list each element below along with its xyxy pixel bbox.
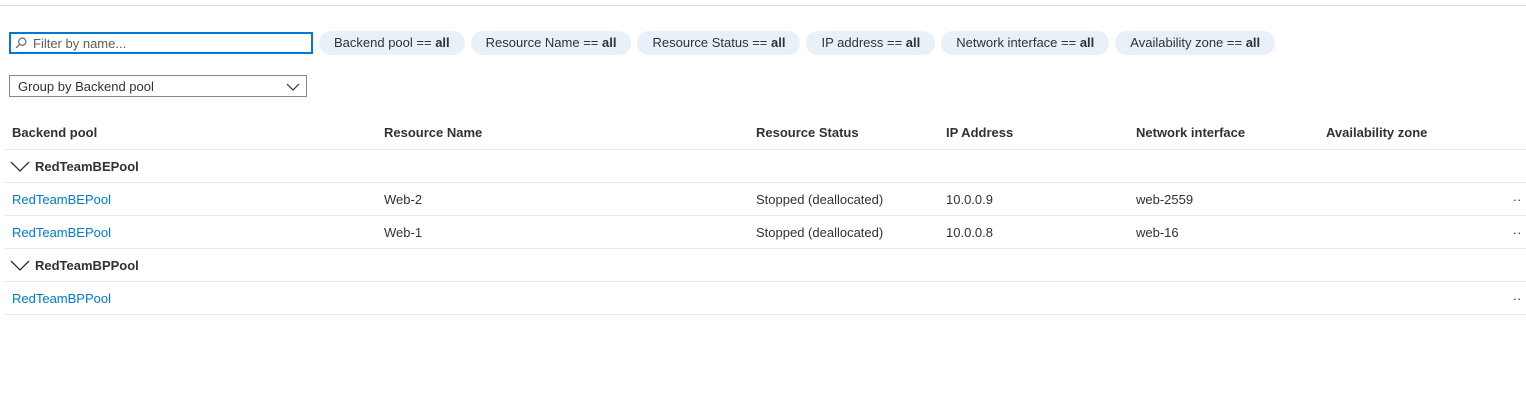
filter-pill-availability-zone[interactable]: Availability zone == all bbox=[1115, 31, 1276, 55]
filter-pill-label: Backend pool == bbox=[334, 35, 436, 50]
column-header-resource-status[interactable]: Resource Status bbox=[756, 116, 859, 149]
chevron-down-icon[interactable] bbox=[10, 159, 30, 173]
filter-pill-resource-name[interactable]: Resource Name == all bbox=[470, 31, 632, 55]
table-row[interactable]: RedTeamBEPool Web-1 Stopped (deallocated… bbox=[4, 216, 1526, 249]
group-header-row[interactable]: RedTeamBPPool bbox=[4, 249, 1526, 282]
chevron-down-icon bbox=[286, 79, 300, 94]
column-header-resource-name[interactable]: Resource Name bbox=[384, 116, 482, 149]
filter-pill-value: all bbox=[905, 35, 921, 50]
filter-pill-ip-address[interactable]: IP address == all bbox=[806, 31, 936, 55]
network-interface-cell: web-2559 bbox=[1136, 191, 1194, 207]
filter-pill-label: IP address == bbox=[821, 35, 906, 50]
group-name: RedTeamBPPool bbox=[35, 257, 139, 273]
resource-status-cell: Stopped (deallocated) bbox=[756, 224, 884, 240]
backend-pool-link[interactable]: RedTeamBEPool bbox=[12, 183, 111, 215]
resource-status-cell: Stopped (deallocated) bbox=[756, 191, 884, 207]
column-header-backend-pool[interactable]: Backend pool bbox=[12, 116, 97, 149]
filter-pill-label: Resource Name == bbox=[485, 35, 603, 50]
filter-by-name-input[interactable] bbox=[29, 34, 309, 52]
more-actions-icon[interactable]: ·· bbox=[1508, 282, 1526, 314]
group-by-label: Group by Backend pool bbox=[18, 78, 154, 94]
more-actions-icon[interactable]: ·· bbox=[1508, 183, 1526, 215]
group-header-row[interactable]: RedTeamBEPool bbox=[4, 150, 1526, 183]
filter-pill-backend-pool[interactable]: Backend pool == all bbox=[319, 31, 465, 55]
filter-pill-label: Resource Status == bbox=[652, 35, 771, 50]
filter-search-box[interactable] bbox=[9, 32, 313, 54]
column-header-network-interface[interactable]: Network interface bbox=[1136, 116, 1245, 149]
ip-address-cell: 10.0.0.8 bbox=[946, 224, 993, 240]
table-header-row: Backend pool Resource Name Resource Stat… bbox=[4, 116, 1526, 150]
group-by-dropdown[interactable]: Group by Backend pool bbox=[9, 75, 307, 97]
filter-pill-network-interface[interactable]: Network interface == all bbox=[941, 31, 1110, 55]
chevron-down-icon[interactable] bbox=[10, 258, 30, 272]
column-header-availability-zone[interactable]: Availability zone bbox=[1326, 116, 1427, 149]
backend-pool-table: Backend pool Resource Name Resource Stat… bbox=[4, 116, 1526, 315]
filter-pill-label: Availability zone == bbox=[1130, 35, 1246, 50]
column-header-ip-address[interactable]: IP Address bbox=[946, 116, 1013, 149]
resource-name-cell: Web-2 bbox=[384, 191, 423, 207]
group-name: RedTeamBEPool bbox=[35, 158, 139, 174]
backend-pool-link[interactable]: RedTeamBEPool bbox=[12, 216, 111, 248]
filter-pill-value: all bbox=[771, 35, 786, 50]
filter-pill-value: all bbox=[435, 35, 450, 50]
search-icon bbox=[15, 36, 29, 50]
filter-pill-resource-status[interactable]: Resource Status == all bbox=[637, 31, 801, 55]
table-row[interactable]: RedTeamBPPool ·· bbox=[4, 282, 1526, 315]
table-row[interactable]: RedTeamBEPool Web-2 Stopped (deallocated… bbox=[4, 183, 1526, 216]
more-actions-icon[interactable]: ·· bbox=[1508, 216, 1526, 248]
ip-address-cell: 10.0.0.9 bbox=[946, 191, 993, 207]
filter-bar: Backend pool == all Resource Name == all… bbox=[9, 31, 1276, 55]
filter-pill-value: all bbox=[602, 35, 617, 50]
filter-pill-value: all bbox=[1245, 35, 1261, 50]
resource-name-cell: Web-1 bbox=[384, 224, 423, 240]
backend-pool-link[interactable]: RedTeamBPPool bbox=[12, 282, 111, 314]
filter-pill-label: Network interface == bbox=[956, 35, 1080, 50]
network-interface-cell: web-16 bbox=[1136, 224, 1179, 240]
filter-pill-value: all bbox=[1079, 35, 1095, 50]
top-divider bbox=[0, 5, 1526, 6]
